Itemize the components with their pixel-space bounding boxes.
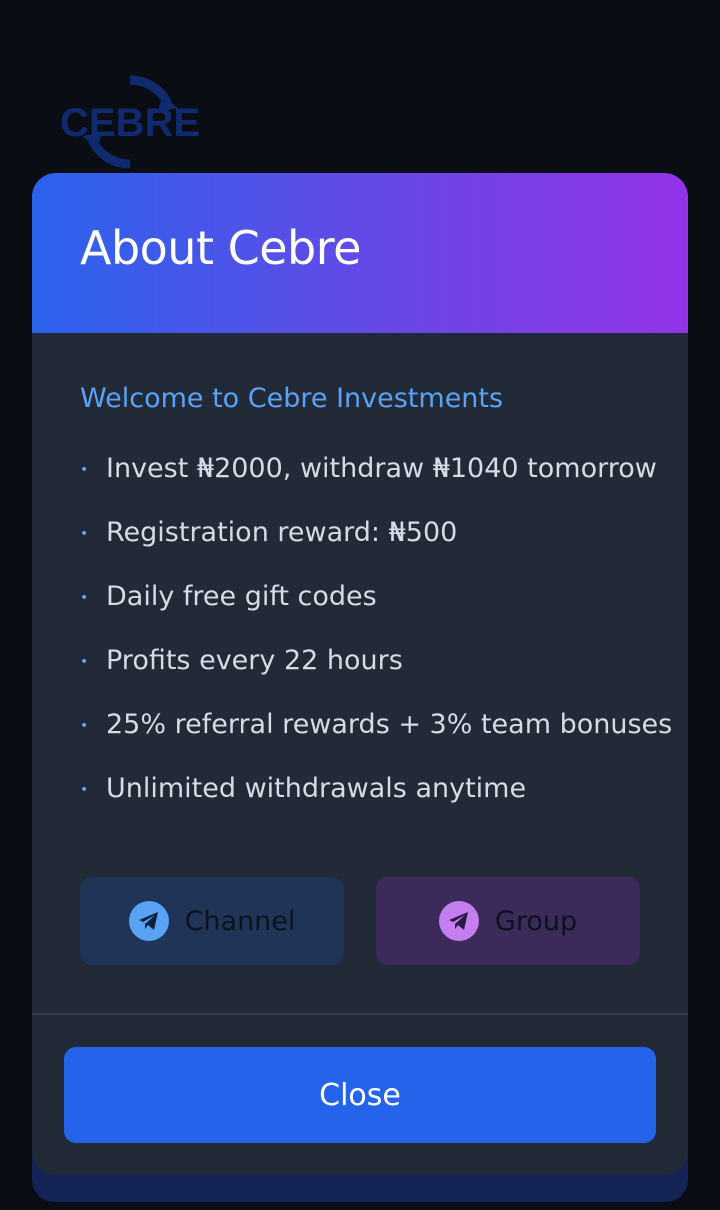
about-modal: About Cebre Welcome to Cebre Investments… — [32, 173, 688, 1175]
modal-title: About Cebre — [80, 221, 361, 275]
bullet-icon: • — [80, 526, 89, 542]
modal-header: About Cebre — [32, 173, 688, 333]
logo-text: CEBRE — [60, 101, 200, 145]
telegram-icon — [128, 901, 169, 941]
telegram-channel-button[interactable]: Channel — [80, 877, 344, 965]
bullet-icon: • — [80, 718, 89, 734]
feature-item: • Registration reward: ₦500 — [80, 517, 672, 581]
feature-item: • Invest ₦2000, withdraw ₦1040 tomorrow — [80, 453, 672, 517]
feature-text: Unlimited withdrawals anytime — [106, 773, 527, 804]
bullet-icon: • — [80, 654, 89, 670]
close-button[interactable]: Close — [64, 1047, 656, 1143]
feature-text: Registration reward: ₦500 — [106, 517, 458, 548]
feature-item: • 25% referral rewards + 3% team bonuses — [80, 709, 672, 773]
cebre-logo: CEBRE — [50, 74, 210, 170]
feature-item: • Unlimited withdrawals anytime — [80, 773, 672, 837]
feature-text: Invest ₦2000, withdraw ₦1040 tomorrow — [106, 453, 657, 484]
footer-divider — [32, 1013, 688, 1015]
bullet-icon: • — [80, 782, 89, 798]
channel-label: Channel — [184, 905, 296, 937]
app-screen: CEBRE About Cebre Welcome to Cebre Inves… — [0, 0, 720, 1210]
bullet-icon: • — [80, 590, 89, 606]
group-label: Group — [494, 905, 578, 937]
telegram-group-button[interactable]: Group — [376, 877, 640, 965]
feature-text: 25% referral rewards + 3% team bonuses — [106, 709, 673, 740]
feature-text: Daily free gift codes — [106, 581, 377, 612]
feature-item: • Daily free gift codes — [80, 581, 672, 645]
welcome-heading: Welcome to Cebre Investments — [80, 383, 504, 414]
feature-text: Profits every 22 hours — [106, 645, 403, 676]
feature-item: • Profits every 22 hours — [80, 645, 672, 709]
feature-list: • Invest ₦2000, withdraw ₦1040 tomorrow … — [80, 453, 672, 837]
telegram-icon — [438, 901, 479, 941]
bullet-icon: • — [80, 462, 89, 478]
